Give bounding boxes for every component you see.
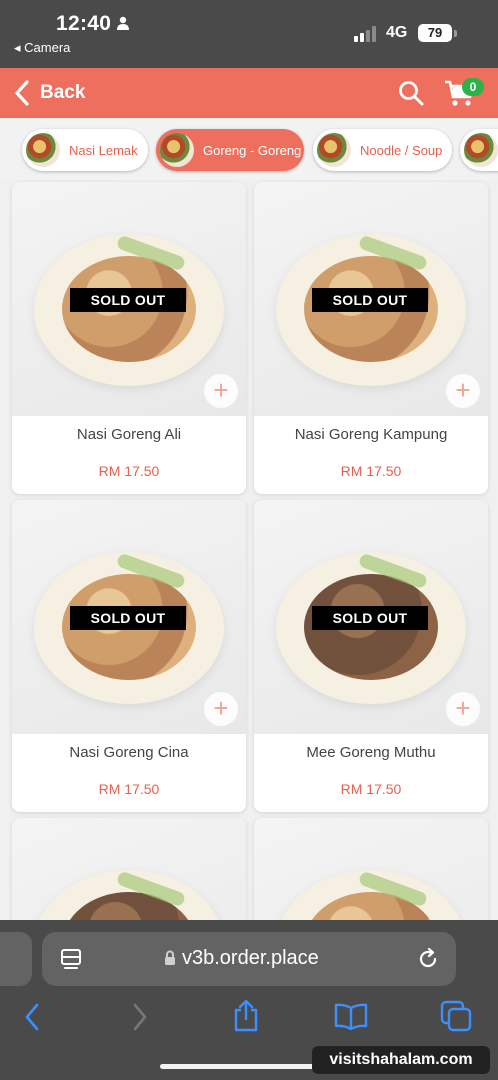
network-type: 4G xyxy=(386,24,408,41)
product-card[interactable]: SOLD OUT + Nasi Goreng Ali RM 17.50 xyxy=(12,182,246,494)
previous-tab-pill[interactable] xyxy=(0,932,32,986)
category-thumbnail xyxy=(26,133,60,167)
product-price: RM 17.50 xyxy=(98,463,160,479)
battery-cap xyxy=(454,30,457,37)
page-menu-icon[interactable] xyxy=(60,948,82,970)
status-time: 12:40 xyxy=(56,12,112,35)
app-header: Back xyxy=(0,68,498,118)
product-card[interactable]: SOLD OUT + Mee Goreng Muthu RM 17.50 xyxy=(254,500,488,812)
product-price: RM 17.50 xyxy=(340,463,402,479)
category-label: Goreng - Goreng xyxy=(203,142,302,158)
product-name: Nasi Goreng Ali xyxy=(76,426,182,443)
add-to-cart-button[interactable]: + xyxy=(446,692,480,726)
sold-out-badge: SOLD OUT xyxy=(70,606,186,630)
category-thumbnail xyxy=(160,133,194,167)
signal-icon xyxy=(354,26,376,42)
category-label: Noodle / Soup xyxy=(360,142,443,158)
category-thumbnail xyxy=(317,133,351,167)
battery-indicator: 79 xyxy=(418,24,452,42)
category-label: Nasi Lemak xyxy=(69,142,138,158)
category-thumbnail xyxy=(464,133,498,167)
browser-back-icon[interactable] xyxy=(22,1002,42,1032)
add-to-cart-button[interactable]: + xyxy=(204,692,238,726)
add-to-cart-button[interactable]: + xyxy=(446,374,480,408)
category-pill-noodle-soup[interactable]: Noodle / Soup xyxy=(313,129,452,171)
category-pill-goreng-goreng[interactable]: Goreng - Goreng xyxy=(156,129,304,171)
chevron-left-icon xyxy=(15,80,29,106)
sold-out-badge: SOLD OUT xyxy=(312,288,428,312)
status-bar: 12:40 ◂ Camera 4G 79 xyxy=(0,0,498,68)
sold-out-badge: SOLD OUT xyxy=(70,288,186,312)
back-label: Back xyxy=(40,82,86,103)
product-price: RM 17.50 xyxy=(98,781,160,797)
category-pill-nasi-lemak[interactable]: Nasi Lemak xyxy=(22,129,148,171)
lock-icon xyxy=(165,950,175,965)
cart-count-badge: 0 xyxy=(462,78,484,96)
product-card[interactable]: SOLD OUT + Nasi Goreng Kampung RM 17.50 xyxy=(254,182,488,494)
product-price: RM 17.50 xyxy=(340,781,402,797)
add-to-cart-button[interactable]: + xyxy=(204,374,238,408)
category-pill-next[interactable] xyxy=(460,129,498,171)
browser-forward-icon[interactable] xyxy=(130,1002,150,1032)
category-bar: Nasi Lemak Goreng - Goreng Noodle / Soup xyxy=(0,118,498,180)
product-name: Mee Goreng Muthu xyxy=(306,744,436,761)
product-name: Nasi Goreng Cina xyxy=(69,744,189,761)
reload-icon[interactable] xyxy=(416,947,440,971)
sold-out-badge: SOLD OUT xyxy=(312,606,428,630)
product-card[interactable]: SOLD OUT + Nasi Goreng Cina RM 17.50 xyxy=(12,500,246,812)
search-icon[interactable] xyxy=(398,80,424,106)
back-to-app-link[interactable]: ◂ Camera xyxy=(14,40,70,56)
watermark: visitshahalam.com xyxy=(312,1046,490,1074)
product-name: Nasi Goreng Kampung xyxy=(294,426,448,443)
address-bar[interactable]: v3b.order.place xyxy=(42,932,456,986)
url-text: v3b.order.place xyxy=(182,947,319,969)
bookmarks-icon[interactable] xyxy=(334,1002,368,1030)
back-button[interactable]: Back xyxy=(14,77,85,109)
browser-nav-row xyxy=(0,998,498,1042)
share-icon[interactable] xyxy=(232,998,260,1032)
person-icon xyxy=(117,16,129,30)
tabs-icon[interactable] xyxy=(440,1000,472,1032)
